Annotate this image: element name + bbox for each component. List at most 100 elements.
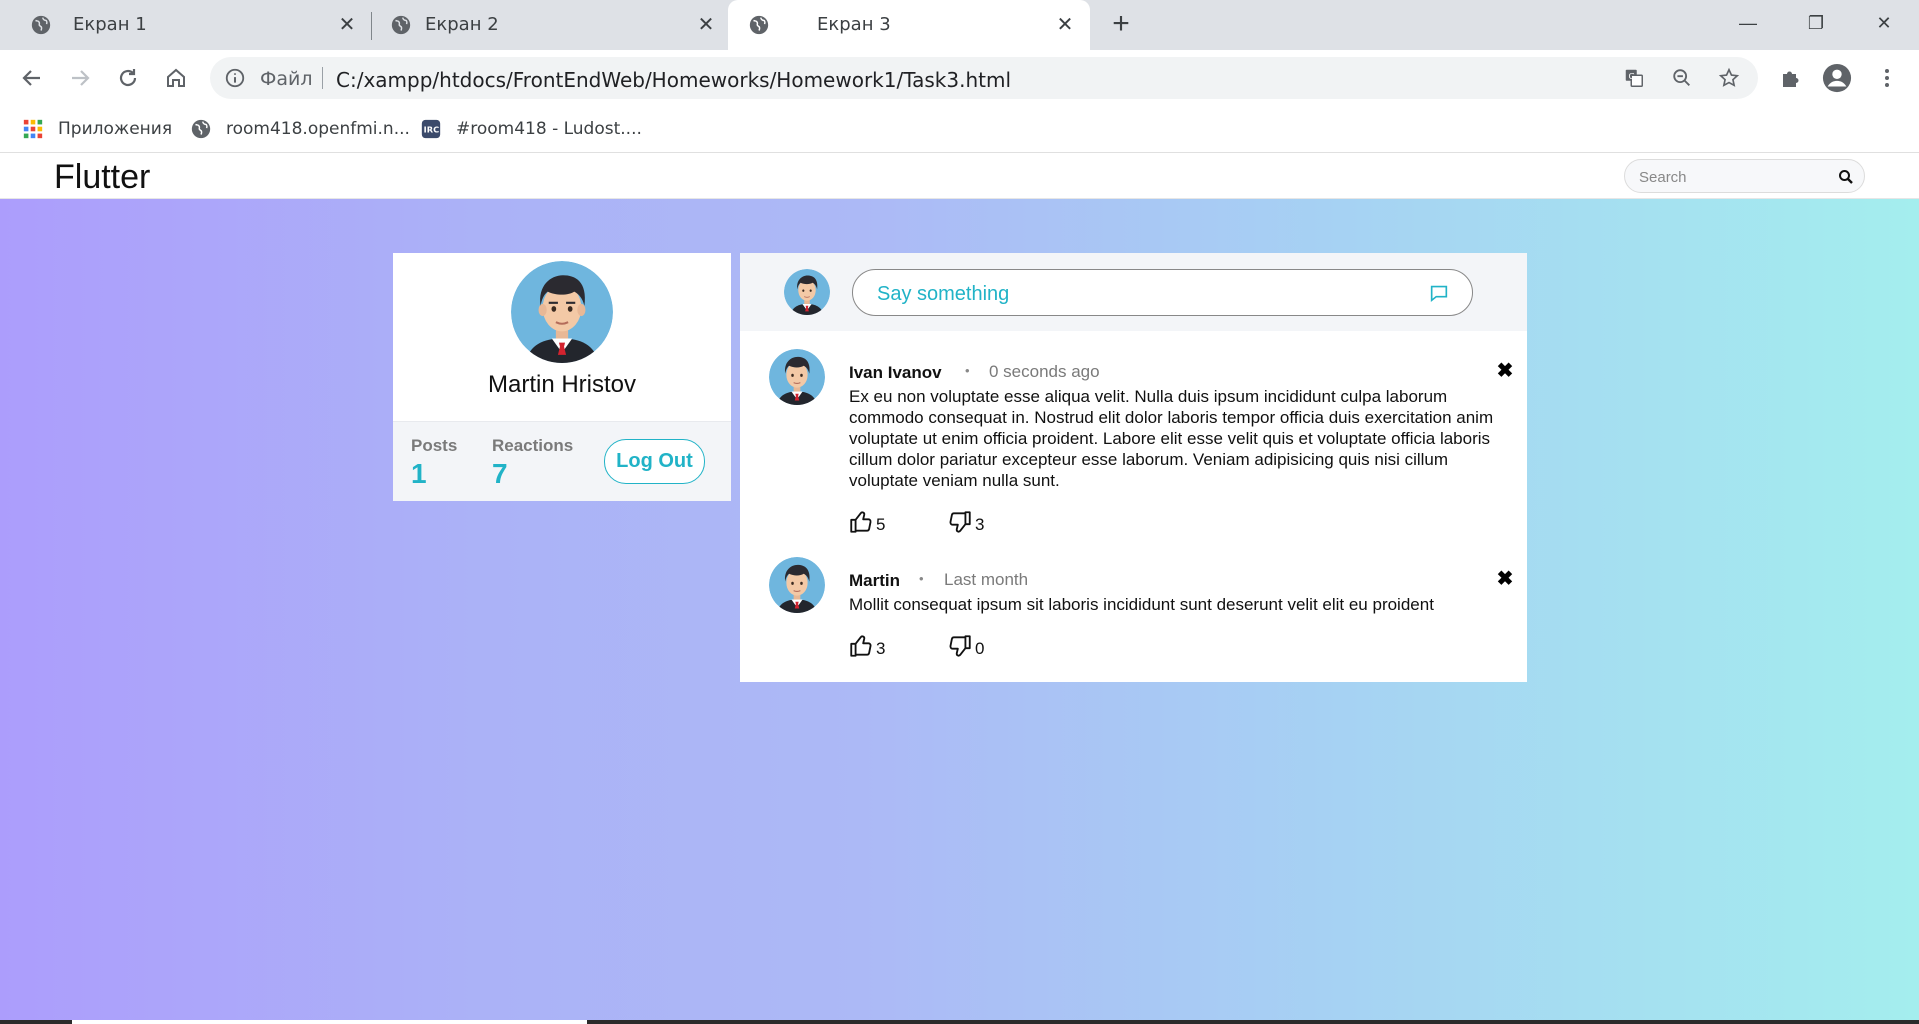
close-icon[interactable]: ✕ [694,13,718,37]
address-bar[interactable]: Файл C:/xampp/htdocs/FrontEndWeb/Homewor… [210,57,1758,99]
bookmarks-bar: Приложения room418.openfmi.n... IRC #roo… [0,106,1919,153]
forward-button[interactable] [65,63,95,93]
new-tab-button[interactable]: + [1106,9,1136,40]
dislike-count: 0 [975,639,985,658]
delete-post-icon[interactable]: ✖ [1495,361,1515,381]
bookmark-label: room418.openfmi.n... [226,119,410,139]
bookmark-room418[interactable]: room418.openfmi.n... [190,116,410,142]
svg-text:G: G [1629,71,1635,81]
tab-1[interactable]: Екран 1 ✕ [0,0,370,50]
puzzle-icon [1783,71,1799,87]
site-navbar: Flutter [0,154,1919,199]
separator-dot: • [919,571,924,586]
profile-stats: Posts 1 Reactions 7 Log Out [393,421,731,501]
page-viewport: Flutter Search Martin Hristov Posts 1 Re… [0,154,1919,1024]
profile-button[interactable] [1822,63,1852,93]
close-icon[interactable]: ✕ [1053,13,1077,37]
search-input[interactable] [1639,167,1829,187]
site-logo[interactable]: Flutter [54,158,150,197]
reload-button[interactable] [113,63,143,93]
say-something-box [852,269,1473,316]
more-vertical-icon [1885,69,1889,87]
translate-icon[interactable]: G [1623,67,1645,89]
star-icon[interactable] [1718,67,1740,89]
home-button[interactable] [161,63,191,93]
tab-title: Екран 2 [425,14,499,35]
avatar [511,261,613,363]
zoom-out-icon[interactable] [1671,67,1693,89]
info-icon[interactable] [224,67,246,89]
svg-text:IRC: IRC [424,125,439,135]
like-count: 5 [876,515,886,534]
thumbs-up-icon [850,511,872,533]
thumbs-up-icon [850,635,872,657]
avatar-illustration [784,269,830,315]
reactions-stat: Reactions 7 [492,436,573,490]
extensions-button[interactable] [1776,63,1806,93]
taskbar-edge [0,1020,1919,1024]
close-icon[interactable]: ✕ [335,13,359,37]
apps-grid-icon [23,119,43,139]
globe-icon [391,15,411,35]
url-text[interactable]: C:/xampp/htdocs/FrontEndWeb/Homeworks/Ho… [336,68,1011,92]
tab-title: Екран 3 [817,14,891,35]
tab-strip: Екран 1 ✕ Екран 2 ✕ Екран 3 ✕ + — ❐ ✕ [0,0,1919,50]
avatar-illustration [511,261,613,363]
avatar-illustration [769,557,825,613]
post-item: Ivan Ivanov • 0 seconds ago ✖ Ex eu non … [740,349,1527,545]
reactions-label: Reactions [492,436,574,455]
account-icon [1822,63,1852,93]
search-icon[interactable] [1838,169,1854,185]
scheme-label: Файл [260,68,313,90]
post-time: 0 seconds ago [989,362,1100,381]
delete-post-icon[interactable]: ✖ [1495,569,1515,589]
arrow-right-icon [72,70,90,86]
profile-name: Martin Hristov [487,371,637,398]
post-input[interactable] [877,282,1417,306]
dislike-button[interactable]: 0 [947,631,984,659]
post-author[interactable]: Ivan Ivanov [849,363,942,383]
like-button[interactable]: 5 [848,507,885,535]
minimize-icon[interactable]: — [1730,8,1766,38]
avatar-illustration [769,349,825,405]
globe-icon [749,15,769,35]
gradient-background: Martin Hristov Posts 1 Reactions 7 Log O… [0,199,1919,1024]
bookmark-apps[interactable]: Приложения [22,116,172,142]
thumbs-down-icon [949,635,971,657]
avatar [784,269,830,315]
globe-icon [191,119,211,139]
separator-dot: • [965,363,970,378]
logout-button[interactable]: Log Out [604,439,705,484]
chat-bubble-icon[interactable] [1428,282,1450,304]
profile-card: Martin Hristov Posts 1 Reactions 7 Log O… [393,253,731,501]
menu-button[interactable] [1872,63,1902,93]
tab-2[interactable]: Екран 2 ✕ [372,0,728,50]
post-text: Ex eu non voluptate esse aliqua velit. N… [849,387,1494,490]
tab-3[interactable]: Екран 3 ✕ [728,0,1090,50]
posts-count: 1 [411,458,427,489]
post-author[interactable]: Martin [849,571,900,591]
bookmark-label: #room418 - Ludost.... [456,119,642,139]
avatar [769,349,825,405]
avatar [769,557,825,613]
browser-toolbar: Файл C:/xampp/htdocs/FrontEndWeb/Homewor… [0,50,1919,106]
feed-panel: Ivan Ivanov • 0 seconds ago ✖ Ex eu non … [740,253,1527,682]
back-button[interactable] [17,63,47,93]
window-close-icon[interactable]: ✕ [1866,8,1902,38]
restore-icon[interactable]: ❐ [1798,8,1834,38]
post-text: Mollit consequat ipsum sit laboris incid… [849,595,1434,614]
arrow-left-icon [22,70,40,86]
like-button[interactable]: 3 [848,631,885,659]
thumbs-down-icon [949,511,971,533]
bookmark-irc[interactable]: IRC #room418 - Ludost.... [420,116,642,142]
post-time: Last month [944,570,1029,589]
divider [322,67,323,89]
home-icon [167,68,185,87]
posts-label: Posts [411,436,458,455]
dislike-button[interactable]: 3 [947,507,984,535]
reactions-count: 7 [492,458,508,489]
post-composer [740,253,1527,331]
bookmark-label: Приложения [58,119,173,139]
search-box [1624,159,1865,193]
tab-title: Екран 1 [73,14,147,35]
